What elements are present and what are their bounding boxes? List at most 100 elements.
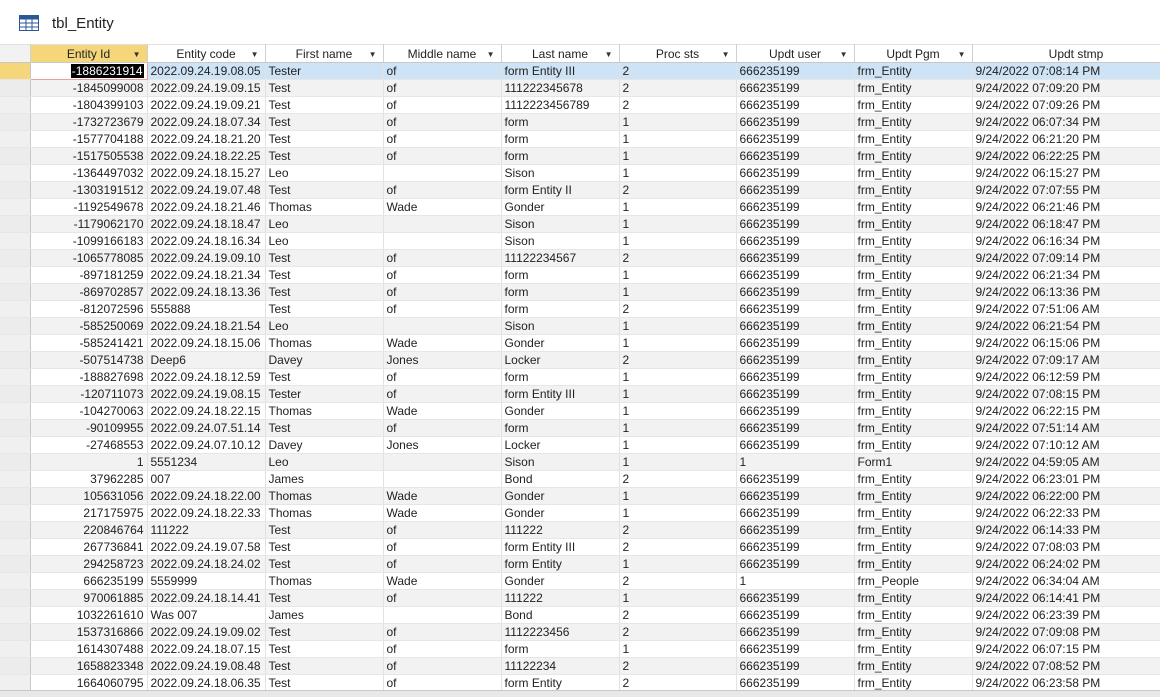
table-row[interactable]: -1517505538 2022.09.24.18.22.25 Test of form…: [0, 147, 1160, 165]
record-selector[interactable]: [0, 640, 31, 658]
cell-pgm[interactable]: frm_Entity: [854, 521, 973, 539]
cell-id[interactable]: 1032261610: [30, 606, 148, 624]
cell-user[interactable]: 666235199: [736, 402, 855, 420]
cell-last[interactable]: form Entity III: [501, 385, 620, 403]
cell-sts[interactable]: 2: [619, 623, 737, 641]
cell-first[interactable]: Tester: [265, 62, 384, 80]
cell-sts[interactable]: 2: [619, 470, 737, 488]
cell-stmp[interactable]: 9/24/2022 07:09:26 PM: [972, 96, 1160, 114]
document-tab[interactable]: tbl_Entity: [0, 0, 1160, 45]
cell-stmp[interactable]: 9/24/2022 06:21:20 PM: [972, 130, 1160, 148]
cell-user[interactable]: 666235199: [736, 470, 855, 488]
cell-user[interactable]: 666235199: [736, 249, 855, 267]
cell-user[interactable]: 1: [736, 453, 855, 471]
cell-middle[interactable]: of: [383, 385, 502, 403]
cell-stmp[interactable]: 9/24/2022 06:21:54 PM: [972, 317, 1160, 335]
cell-middle[interactable]: Wade: [383, 402, 502, 420]
cell-stmp[interactable]: 9/24/2022 06:18:47 PM: [972, 215, 1160, 233]
cell-middle[interactable]: Wade: [383, 572, 502, 590]
cell-user[interactable]: 666235199: [736, 606, 855, 624]
cell-middle[interactable]: of: [383, 249, 502, 267]
cell-stmp[interactable]: 9/24/2022 06:12:59 PM: [972, 368, 1160, 386]
cell-middle[interactable]: Jones: [383, 436, 502, 454]
cell-id[interactable]: -1886231914: [29, 62, 148, 80]
cell-sts[interactable]: 1: [619, 589, 737, 607]
cell-last[interactable]: Sison: [501, 215, 620, 233]
record-selector[interactable]: [0, 62, 31, 80]
cell-code[interactable]: 5551234: [147, 453, 266, 471]
cell-id[interactable]: 1664060795: [30, 674, 148, 692]
cell-middle[interactable]: [383, 606, 502, 624]
cell-code[interactable]: 2022.09.24.19.07.58: [147, 538, 266, 556]
cell-user[interactable]: 666235199: [736, 657, 855, 675]
cell-stmp[interactable]: 9/24/2022 07:07:55 PM: [972, 181, 1160, 199]
table-row[interactable]: 267736841 2022.09.24.19.07.58 Test of form E…: [0, 538, 1160, 556]
table-row[interactable]: -1179062170 2022.09.24.18.18.47 Leo Sison 1 6…: [0, 215, 1160, 233]
record-selector[interactable]: [0, 606, 31, 624]
column-header-last[interactable]: Last name ▼: [501, 44, 620, 63]
cell-first[interactable]: Test: [265, 657, 384, 675]
cell-last[interactable]: form Entity: [501, 674, 620, 692]
cell-id[interactable]: 105631056: [30, 487, 148, 505]
cell-id[interactable]: -812072596: [30, 300, 148, 318]
cell-user[interactable]: 666235199: [736, 300, 855, 318]
cell-code[interactable]: 5559999: [147, 572, 266, 590]
cell-user[interactable]: 666235199: [736, 113, 855, 131]
cell-code[interactable]: 007: [147, 470, 266, 488]
cell-id[interactable]: 666235199: [30, 572, 148, 590]
cell-stmp[interactable]: 9/24/2022 06:23:58 PM: [972, 674, 1160, 692]
table-row[interactable]: -585250069 2022.09.24.18.21.54 Leo Sison 1 66…: [0, 317, 1160, 335]
cell-middle[interactable]: of: [383, 113, 502, 131]
cell-first[interactable]: Test: [265, 300, 384, 318]
cell-middle[interactable]: of: [383, 640, 502, 658]
cell-first[interactable]: Test: [265, 368, 384, 386]
cell-user[interactable]: 666235199: [736, 504, 855, 522]
cell-sts[interactable]: 1: [619, 198, 737, 216]
cell-code[interactable]: 2022.09.24.18.22.33: [147, 504, 266, 522]
record-selector[interactable]: [0, 283, 31, 301]
cell-first[interactable]: Test: [265, 538, 384, 556]
cell-id[interactable]: 217175975: [30, 504, 148, 522]
cell-middle[interactable]: of: [383, 147, 502, 165]
cell-pgm[interactable]: frm_Entity: [854, 283, 973, 301]
cell-pgm[interactable]: frm_Entity: [854, 164, 973, 182]
cell-code[interactable]: Deep6: [147, 351, 266, 369]
record-selector[interactable]: [0, 368, 31, 386]
cell-middle[interactable]: Wade: [383, 504, 502, 522]
cell-sts[interactable]: 2: [619, 606, 737, 624]
cell-id[interactable]: 267736841: [30, 538, 148, 556]
cell-last[interactable]: Gonder: [501, 402, 620, 420]
cell-sts[interactable]: 1: [619, 283, 737, 301]
record-selector[interactable]: [0, 113, 31, 131]
record-selector[interactable]: [0, 147, 31, 165]
record-selector[interactable]: [0, 555, 31, 573]
cell-first[interactable]: Test: [265, 130, 384, 148]
cell-code[interactable]: 2022.09.24.19.08.15: [147, 385, 266, 403]
cell-stmp[interactable]: 9/24/2022 06:24:02 PM: [972, 555, 1160, 573]
cell-middle[interactable]: of: [383, 657, 502, 675]
cell-user[interactable]: 666235199: [736, 147, 855, 165]
cell-last[interactable]: form: [501, 147, 620, 165]
cell-sts[interactable]: 2: [619, 521, 737, 539]
cell-code[interactable]: 2022.09.24.07.51.14: [147, 419, 266, 437]
column-header-sts[interactable]: Proc sts ▼: [619, 44, 737, 63]
cell-first[interactable]: Leo: [265, 232, 384, 250]
record-selector[interactable]: [0, 300, 31, 318]
cell-middle[interactable]: [383, 453, 502, 471]
cell-last[interactable]: form: [501, 130, 620, 148]
table-row[interactable]: 1537316866 2022.09.24.19.09.02 Test of 11122…: [0, 623, 1160, 641]
record-selector[interactable]: [0, 334, 31, 352]
cell-code[interactable]: 2022.09.24.18.07.34: [147, 113, 266, 131]
cell-last[interactable]: Gonder: [501, 487, 620, 505]
cell-pgm[interactable]: frm_Entity: [854, 334, 973, 352]
record-selector[interactable]: [0, 470, 31, 488]
cell-first[interactable]: Test: [265, 283, 384, 301]
table-row[interactable]: -90109955 2022.09.24.07.51.14 Test of form 1 6…: [0, 419, 1160, 437]
cell-code[interactable]: 2022.09.24.18.16.34: [147, 232, 266, 250]
cell-stmp[interactable]: 9/24/2022 06:14:33 PM: [972, 521, 1160, 539]
column-header-code[interactable]: Entity code ▼: [147, 44, 266, 63]
cell-last[interactable]: form: [501, 419, 620, 437]
record-selector[interactable]: [0, 96, 31, 114]
table-row[interactable]: -869702857 2022.09.24.18.13.36 Test of form 1…: [0, 283, 1160, 301]
cell-sts[interactable]: 1: [619, 317, 737, 335]
